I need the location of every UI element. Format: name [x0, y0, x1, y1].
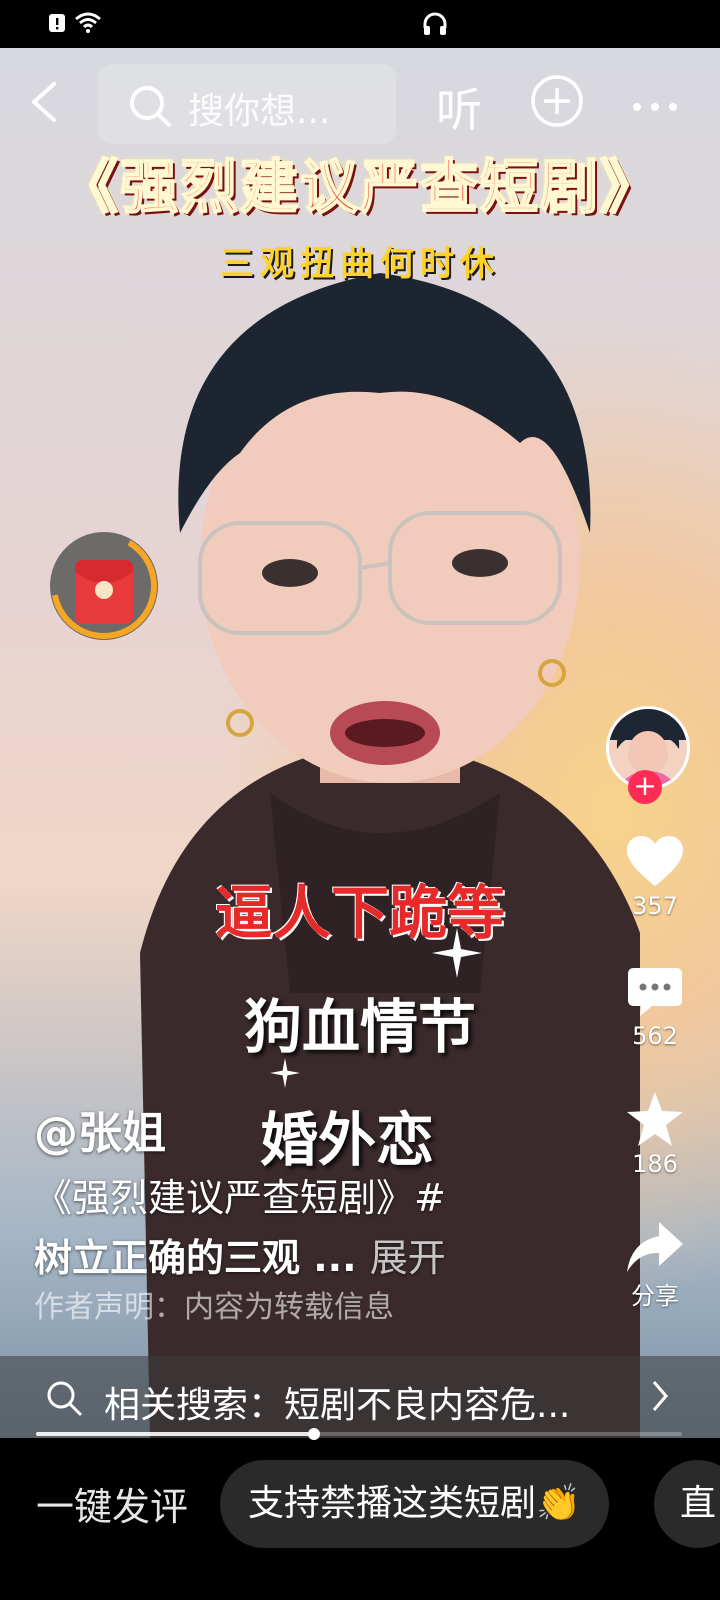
- favorite-action[interactable]: 186: [600, 1092, 710, 1178]
- expand-button[interactable]: 展开: [370, 1236, 446, 1280]
- red-packet-icon: [50, 533, 157, 639]
- listen-button[interactable]: 听: [436, 74, 482, 140]
- follow-button[interactable]: +: [628, 770, 662, 804]
- video-caption-3: 婚外恋: [260, 1106, 435, 1174]
- comment-count: 562: [632, 1022, 678, 1050]
- author-name[interactable]: @张姐: [34, 1097, 166, 1161]
- search-icon: [130, 86, 171, 127]
- share-action[interactable]: 分享: [600, 1222, 710, 1311]
- star-icon: [627, 1092, 683, 1146]
- related-search-text: 相关搜索：短剧不良内容危...: [104, 1385, 571, 1426]
- add-icon[interactable]: [530, 74, 584, 128]
- post-description-hashtag[interactable]: 树立正确的三观 ...: [34, 1236, 357, 1280]
- more-icon[interactable]: [632, 102, 678, 112]
- search-box[interactable]: 搜你想...: [98, 64, 396, 144]
- favorite-count: 186: [632, 1150, 678, 1178]
- search-placeholder: 搜你想...: [188, 91, 331, 132]
- comment-icon: [628, 968, 682, 1016]
- search-icon: [47, 1381, 82, 1416]
- red-packet-widget[interactable]: [50, 532, 158, 640]
- quick-comment-label[interactable]: 一键发评: [36, 1476, 188, 1531]
- comment-action[interactable]: 562: [600, 968, 710, 1050]
- video-subtitle-overlay: 三观扭曲何时休: [220, 244, 500, 284]
- like-count: 357: [632, 892, 678, 920]
- like-action[interactable]: 357: [600, 836, 710, 920]
- author-declaration: 作者声明：内容为转载信息: [34, 1290, 394, 1325]
- playback-scrubber[interactable]: [307, 1428, 320, 1440]
- top-nav: 搜你想... 听: [0, 48, 720, 158]
- back-icon[interactable]: [26, 82, 66, 122]
- headphones-icon: [423, 12, 447, 35]
- suggested-comment-chip[interactable]: 支持禁播这类短剧👏: [220, 1460, 609, 1548]
- related-search-bar[interactable]: 相关搜索：短剧不良内容危...: [0, 1356, 720, 1438]
- bottom-comment-bar: 一键发评 支持禁播这类短剧👏 直: [0, 1438, 720, 1600]
- playback-progress-fill: [36, 1432, 314, 1436]
- playback-progress-bar[interactable]: [36, 1428, 682, 1440]
- battery-alert-icon: [49, 14, 65, 32]
- share-icon: [627, 1222, 683, 1272]
- suggested-comment-chip-next[interactable]: 直: [654, 1460, 720, 1548]
- chevron-right-icon: [652, 1381, 668, 1411]
- post-description-line1: 《强烈建议严查短剧》#: [34, 1176, 446, 1220]
- heart-icon: [627, 836, 683, 886]
- share-label: 分享: [631, 1282, 679, 1310]
- status-bar: [0, 0, 720, 48]
- post-description-line2: 树立正确的三观 ... 展开: [34, 1227, 446, 1282]
- wifi-icon: [75, 12, 101, 33]
